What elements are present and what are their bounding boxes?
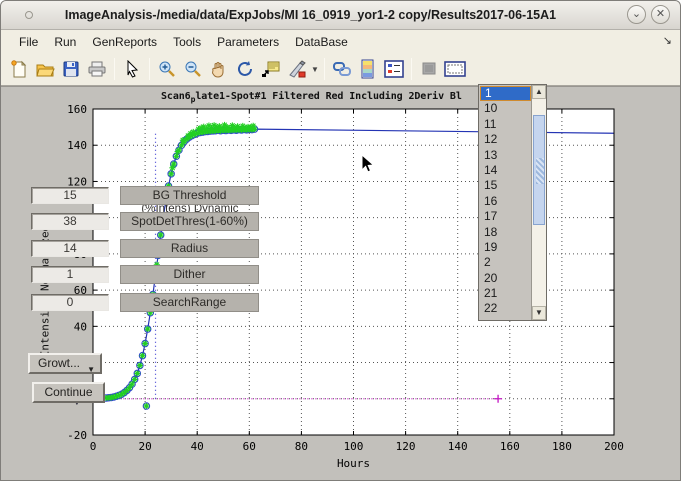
- svg-text:-20: -20: [67, 429, 87, 442]
- svg-text:120: 120: [396, 440, 416, 453]
- scroll-up-icon[interactable]: ▲: [532, 85, 546, 99]
- new-figure-icon[interactable]: [6, 57, 32, 81]
- svg-text:180: 180: [552, 440, 572, 453]
- svg-text:200: 200: [604, 440, 624, 453]
- svg-text:140: 140: [448, 440, 468, 453]
- menu-item-genreports[interactable]: GenReports: [84, 32, 165, 52]
- spot-list-item-18[interactable]: 18: [480, 225, 531, 240]
- brush-dropdown-icon[interactable]: ▼: [310, 57, 320, 81]
- menu-items: FileRunGenReportsToolsParametersDataBase: [11, 32, 356, 52]
- spot-number-list: 110111213141516171819220212223 ▲ ▼: [478, 84, 547, 321]
- svg-text:160: 160: [67, 103, 87, 116]
- window-title: ImageAnalysis-/media/data/ExpJobs/MI 16_…: [1, 8, 620, 22]
- spot-list-item-2[interactable]: 2: [480, 255, 531, 270]
- figure-canvas: 020406080100120140160180200-200204060801…: [1, 86, 681, 481]
- show-plot-tools-icon[interactable]: [442, 57, 468, 81]
- menu-bar: FileRunGenReportsToolsParametersDataBase…: [1, 30, 680, 53]
- menu-overflow-arrow-icon[interactable]: ↘: [663, 34, 672, 47]
- spot-list-item-12[interactable]: 12: [480, 132, 531, 147]
- spot-list-item-11[interactable]: 11: [480, 117, 531, 132]
- minimize-button[interactable]: ⌄: [627, 5, 646, 24]
- menu-item-file[interactable]: File: [11, 32, 46, 52]
- toolbar-separator: [324, 58, 325, 80]
- zoom-out-icon[interactable]: [180, 57, 206, 81]
- spot-list-item-13[interactable]: 13: [480, 148, 531, 163]
- insert-colorbar-icon[interactable]: [355, 57, 381, 81]
- data-cursor-icon[interactable]: [258, 57, 284, 81]
- param-button-bg-threshold[interactable]: BG Threshold: [120, 186, 259, 205]
- param-input-searchrange[interactable]: 0: [31, 294, 109, 311]
- growth-menu-button[interactable]: Growt... ▼: [28, 353, 102, 374]
- scrollbar-grip: [536, 158, 544, 184]
- mouse-cursor-icon: [361, 154, 375, 174]
- menu-item-run[interactable]: Run: [46, 32, 84, 52]
- spot-list-item-20[interactable]: 20: [480, 271, 531, 286]
- chevron-down-icon: ▼: [87, 361, 95, 378]
- scroll-down-icon[interactable]: ▼: [532, 306, 546, 320]
- title-bar[interactable]: ImageAnalysis-/media/data/ExpJobs/MI 16_…: [1, 1, 680, 30]
- zoom-in-icon[interactable]: [154, 57, 180, 81]
- print-figure-icon[interactable]: [84, 57, 110, 81]
- spot-list-items: 110111213141516171819220212223: [480, 86, 531, 319]
- link-plot-icon[interactable]: [329, 57, 355, 81]
- menu-item-database[interactable]: DataBase: [287, 32, 356, 52]
- edit-plot-cursor-icon[interactable]: [119, 57, 145, 81]
- param-input-dither[interactable]: 1: [31, 266, 109, 283]
- svg-text:60: 60: [243, 440, 256, 453]
- app-window: ImageAnalysis-/media/data/ExpJobs/MI 16_…: [0, 0, 681, 481]
- menu-item-tools[interactable]: Tools: [165, 32, 209, 52]
- continue-button[interactable]: Continue: [32, 382, 105, 403]
- spot-list-item-19[interactable]: 19: [480, 240, 531, 255]
- pan-hand-icon[interactable]: [206, 57, 232, 81]
- svg-text:20: 20: [138, 440, 151, 453]
- svg-text:140: 140: [67, 139, 87, 152]
- brush-icon[interactable]: [284, 57, 310, 81]
- param-button-searchrange[interactable]: SearchRange: [120, 293, 259, 312]
- scrollbar-thumb[interactable]: [533, 115, 545, 225]
- close-button[interactable]: ✕: [651, 5, 670, 24]
- menu-item-parameters[interactable]: Parameters: [209, 32, 287, 52]
- toolbar-separator: [411, 58, 412, 80]
- spot-list-item-15[interactable]: 15: [480, 178, 531, 193]
- svg-text:160: 160: [500, 440, 520, 453]
- param-input-bg-threshold[interactable]: 15: [31, 187, 109, 204]
- param-input-radius[interactable]: 14: [31, 240, 109, 257]
- param-button-radius[interactable]: Radius: [120, 239, 259, 258]
- spot-list-item-22[interactable]: 22: [480, 301, 531, 316]
- rotate-3d-icon[interactable]: [232, 57, 258, 81]
- svg-text:Hours: Hours: [337, 457, 370, 470]
- spot-list-scrollbar[interactable]: ▲ ▼: [531, 85, 546, 320]
- spot-list-item-10[interactable]: 10: [480, 101, 531, 116]
- plot-title: Scan6plate1-Spot#1 Filtered Red Includin…: [161, 91, 462, 104]
- param-button-dither[interactable]: Dither: [120, 265, 259, 284]
- toolbar: ▼: [1, 53, 680, 86]
- hide-plot-tools-icon[interactable]: [416, 57, 442, 81]
- svg-text:40: 40: [74, 320, 87, 333]
- spot-list-item-14[interactable]: 14: [480, 163, 531, 178]
- spot-list-item-17[interactable]: 17: [480, 209, 531, 224]
- svg-text:0: 0: [90, 440, 97, 453]
- growth-plot[interactable]: 020406080100120140160180200-200204060801…: [1, 87, 681, 481]
- toolbar-separator: [149, 58, 150, 80]
- svg-text:100: 100: [344, 440, 364, 453]
- save-figure-icon[interactable]: [58, 57, 84, 81]
- param-button-spotdetthres-1-60-[interactable]: SpotDetThres(1-60%): [120, 212, 259, 231]
- toolbar-separator: [114, 58, 115, 80]
- svg-text:40: 40: [191, 440, 204, 453]
- spot-list-item-1[interactable]: 1: [480, 86, 531, 101]
- spot-list-item-21[interactable]: 21: [480, 286, 531, 301]
- spot-list-item-16[interactable]: 16: [480, 194, 531, 209]
- open-file-icon[interactable]: [32, 57, 58, 81]
- param-input-spotdetthres-1-60-[interactable]: 38: [31, 213, 109, 230]
- svg-text:80: 80: [295, 440, 308, 453]
- spot-list-item-23[interactable]: 23: [480, 317, 531, 319]
- insert-legend-icon[interactable]: [381, 57, 407, 81]
